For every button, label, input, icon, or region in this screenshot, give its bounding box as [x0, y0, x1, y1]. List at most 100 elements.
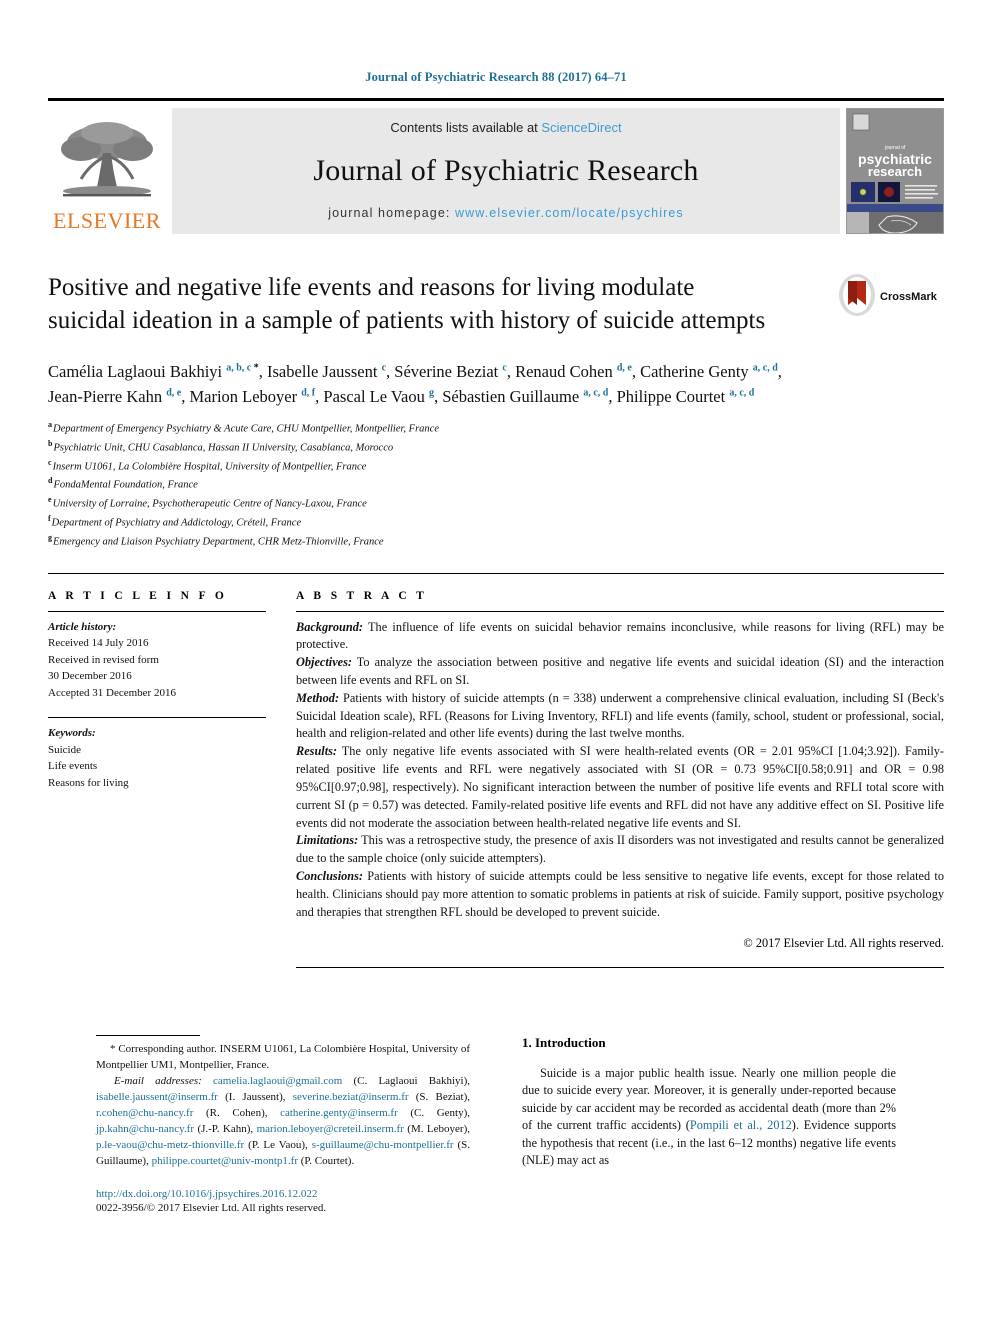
email-link[interactable]: marion.leboyer@creteil.inserm.fr [257, 1123, 404, 1135]
author-name[interactable]: Catherine Genty [640, 362, 753, 381]
abstract-section: Limitations: This was a retrospective st… [296, 832, 944, 868]
abstract-copyright: © 2017 Elsevier Ltd. All rights reserved… [743, 935, 944, 950]
affiliation-item: bPsychiatric Unit, CHU Casablanca, Hassa… [48, 438, 944, 457]
elsevier-tree-icon [55, 117, 159, 209]
affiliation-marker: a [48, 420, 52, 430]
introduction-paragraph: Suicide is a major public health issue. … [522, 1065, 896, 1170]
affiliation-item: fDepartment of Psychiatry and Addictolog… [48, 513, 944, 532]
abstract-section-text: The influence of life events on suicidal… [296, 619, 944, 652]
journal-cover-thumbnail: journal of psychiatric research [846, 108, 944, 234]
email-link[interactable]: isabelle.jaussent@inserm.fr [96, 1091, 218, 1103]
affiliation-text: Inserm U1061, La Colombière Hospital, Un… [52, 461, 367, 473]
email-link[interactable]: philippe.courtet@univ-montp1.fr [152, 1155, 298, 1167]
abstract-rule [296, 610, 944, 612]
author-name[interactable]: Pascal Le Vaou [323, 387, 429, 406]
article-history-label: Article history: [48, 620, 117, 633]
affiliation-item: cInserm U1061, La Colombière Hospital, U… [48, 457, 944, 476]
corresponding-author-text: * Corresponding author. INSERM U1061, La… [96, 1043, 470, 1071]
bottom-columns: * Corresponding author. INSERM U1061, La… [48, 1035, 944, 1214]
abstract-section-text: The only negative life events associated… [296, 744, 944, 830]
affiliation-text: Department of Psychiatry and Addictology… [51, 517, 302, 529]
journal-citation-line: Journal of Psychiatric Research 88 (2017… [365, 70, 627, 84]
crossmark-label: CrossMark [880, 291, 938, 303]
author-name[interactable]: Renaud Cohen [515, 362, 617, 381]
author-name[interactable]: Séverine Beziat [394, 362, 502, 381]
keywords-rule [48, 717, 266, 719]
affiliation-marker: d [48, 476, 53, 486]
keyword-item: Reasons for living [48, 776, 129, 789]
corresponding-author-marker: * [251, 362, 259, 374]
sciencedirect-link[interactable]: ScienceDirect [541, 120, 621, 135]
abstract-body: Background: The influence of life events… [296, 619, 944, 922]
email-link[interactable]: camelia.laglaoui@gmail.com [213, 1075, 342, 1087]
affiliation-text: University of Lorraine, Psychotherapeuti… [52, 498, 367, 510]
introduction-heading: 1. Introduction [522, 1035, 606, 1050]
affiliation-marker: c [48, 457, 52, 467]
article-info-rule [48, 610, 266, 612]
author-separator: , [608, 387, 617, 407]
article-history-line: Accepted 31 December 2016 [48, 686, 176, 699]
abstract-section: Method: Patients with history of suicide… [296, 690, 944, 743]
author-name[interactable]: Isabelle Jaussent [267, 362, 382, 381]
abstract-section: Results: The only negative life events a… [296, 743, 944, 832]
author-affiliation-marks: d, e [166, 387, 182, 399]
affiliation-list: aDepartment of Emergency Psychiatry & Ac… [48, 419, 944, 550]
journal-title: Journal of Psychiatric Research [313, 153, 699, 187]
issn-copyright-line: 0022-3956/© 2017 Elsevier Ltd. All right… [96, 1201, 327, 1214]
author-name[interactable]: Marion Leboyer [189, 387, 301, 406]
affiliation-marker: g [48, 532, 52, 542]
email-link[interactable]: s-guillaume@chu-montpellier.fr [312, 1139, 454, 1151]
crossmark-badge[interactable]: CrossMark [836, 272, 944, 318]
abstract-section-label: Objectives: [296, 655, 352, 670]
paper-page: Journal of Psychiatric Research 88 (2017… [0, 0, 992, 1323]
doi-link[interactable]: http://dx.doi.org/10.1016/j.jpsychires.2… [96, 1188, 470, 1200]
email-link[interactable]: r.cohen@chu-nancy.fr [96, 1107, 193, 1119]
keywords-label: Keywords: [48, 727, 96, 740]
article-history-line: Received in revised form [48, 653, 159, 666]
corresponding-author-note: * Corresponding author. INSERM U1061, La… [96, 1042, 470, 1074]
footnote-text: * Corresponding author. INSERM U1061, La… [96, 1042, 470, 1170]
email-link[interactable]: severine.beziat@inserm.fr [293, 1091, 409, 1103]
author-separator: , [258, 362, 267, 381]
abstract-section-text: To analyze the association between posit… [296, 655, 944, 687]
affiliation-text: FondaMental Foundation, France [53, 479, 198, 491]
article-history-line: Received 14 July 2016 [48, 637, 149, 650]
author-name[interactable]: Camélia Laglaoui Bakhiyi [48, 362, 226, 381]
email-link[interactable]: jp.kahn@chu-nancy.fr [96, 1123, 194, 1135]
abstract-section: Conclusions: Patients with history of su… [296, 868, 944, 921]
keywords-group: Keywords: Suicide Life events Reasons fo… [48, 725, 266, 791]
author-name[interactable]: Jean-Pierre Kahn [48, 387, 166, 406]
author-name[interactable]: Sébastien Guillaume [442, 387, 583, 406]
affiliation-item: aDepartment of Emergency Psychiatry & Ac… [48, 419, 944, 438]
author-separator: , [631, 362, 641, 381]
affiliation-text: Psychiatric Unit, CHU Casablanca, Hassan… [53, 442, 394, 454]
email-owner: (J.-P. Kahn), [194, 1122, 257, 1135]
affiliation-marker: f [48, 513, 51, 523]
email-owner: (C. Laglaoui Bakhiyi), [342, 1074, 470, 1087]
crossmark-icon [839, 274, 875, 316]
reference-citation-link[interactable]: Pompili et al., 2012 [690, 1118, 792, 1132]
email-owner: (M. Leboyer), [403, 1122, 470, 1135]
title-block: Positive and negative life events and re… [48, 272, 944, 337]
affiliation-item: dFondaMental Foundation, France [48, 475, 944, 494]
abstract-section-label: Results: [296, 744, 337, 759]
author-affiliation-marks: a, b, c [226, 362, 252, 374]
contents-available-line: Contents lists available at ScienceDirec… [390, 120, 621, 135]
email-owner: (I. Jaussent), [217, 1090, 293, 1103]
abstract-section-label: Conclusions: [296, 869, 363, 884]
journal-homepage-line: journal homepage: www.elsevier.com/locat… [328, 206, 684, 220]
author-name[interactable]: Philippe Courtet [617, 387, 730, 406]
abstract-section-text: Patients with history of suicide attempt… [296, 869, 944, 919]
author-list: Camélia Laglaoui Bakhiyi a, b, c *, Isab… [48, 359, 808, 409]
journal-homepage-link[interactable]: www.elsevier.com/locate/psychires [455, 206, 684, 220]
email-link[interactable]: catherine.genty@inserm.fr [280, 1107, 398, 1119]
email-link[interactable]: p.le-vaou@chu-metz-thionville.fr [96, 1139, 244, 1151]
contents-prefix: Contents lists available at [390, 120, 542, 135]
affiliation-item: eUniversity of Lorraine, Psychotherapeut… [48, 494, 944, 513]
abstract-section: Background: The influence of life events… [296, 619, 944, 655]
author-affiliation-marks: a, c, d [583, 387, 609, 399]
masthead-center-panel: Contents lists available at ScienceDirec… [172, 108, 840, 234]
introduction-column: 1. Introduction Suicide is a major publi… [496, 1035, 896, 1214]
author-separator: , [433, 387, 443, 407]
